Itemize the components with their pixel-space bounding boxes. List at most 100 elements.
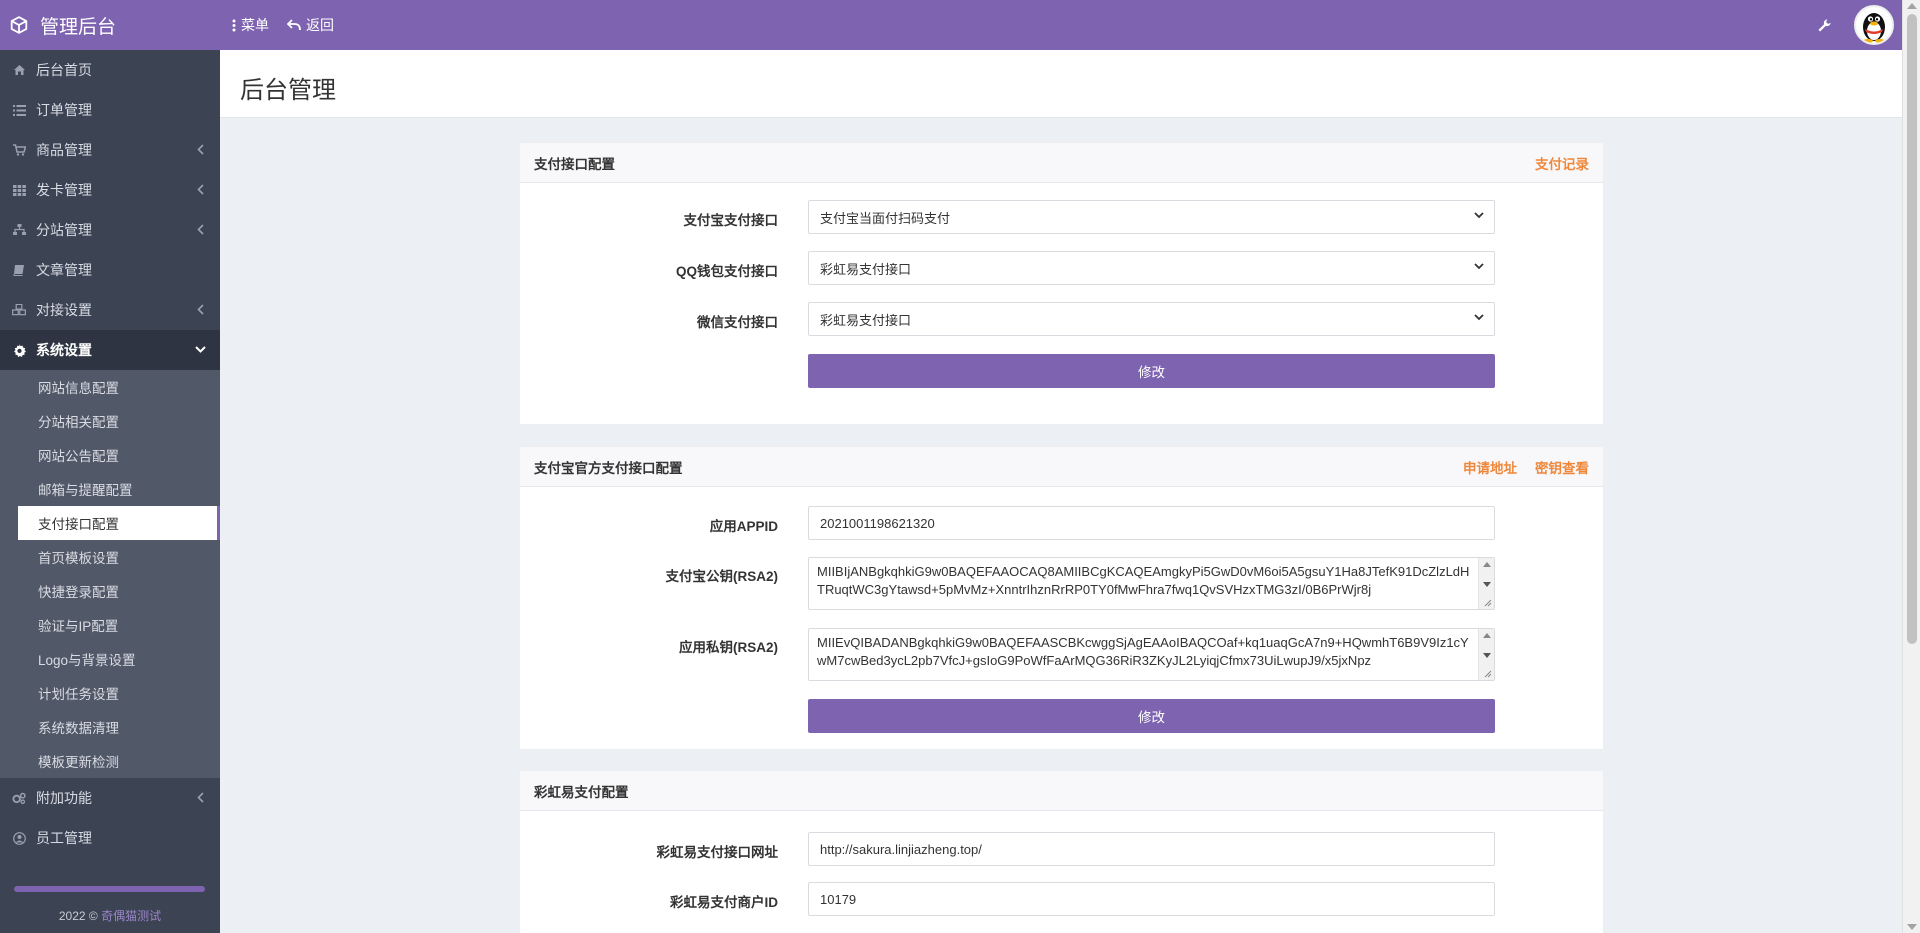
- sidebar-item-addons[interactable]: 附加功能: [0, 778, 220, 818]
- sidebar-item-products[interactable]: 商品管理: [0, 130, 220, 170]
- sub-item-site-notice[interactable]: 网站公告配置: [0, 438, 220, 472]
- panel-title: 支付接口配置: [534, 156, 615, 172]
- app-private-key-label: 应用私钥(RSA2): [678, 640, 778, 655]
- alipay-official-panel: 支付宝官方支付接口配置 申请地址 密钥查看 应用APPID 2021001198…: [519, 446, 1604, 750]
- back-button[interactable]: 返回: [287, 15, 334, 35]
- wechat-interface-label: 微信支付接口: [697, 315, 778, 330]
- panel-title: 彩虹易支付配置: [534, 784, 629, 800]
- reply-icon: [287, 19, 301, 31]
- sidebar-item-articles[interactable]: 文章管理: [0, 250, 220, 290]
- list-icon: [12, 104, 26, 116]
- sitemap-icon: [12, 224, 26, 235]
- sub-item-data-cleanup[interactable]: 系统数据清理: [0, 710, 220, 744]
- sidebar-item-label: 员工管理: [36, 830, 92, 846]
- alipay-public-key-label: 支付宝公钥(RSA2): [665, 569, 778, 584]
- save-alipay-config-button[interactable]: 修改: [808, 699, 1495, 733]
- select-value: 彩虹易支付接口: [820, 261, 912, 277]
- wechat-interface-select[interactable]: 彩虹易支付接口: [808, 302, 1495, 336]
- alipay-interface-label: 支付宝支付接口: [683, 213, 779, 228]
- system-settings-submenu: 网站信息配置 分站相关配置 网站公告配置 邮箱与提醒配置 支付接口配置 首页模板…: [0, 370, 220, 778]
- home-icon: [13, 65, 25, 75]
- select-value: 支付宝当面付扫码支付: [820, 210, 951, 226]
- back-label: 返回: [306, 17, 334, 33]
- rainbow-pay-merchant-id-label: 彩虹易支付商户ID: [670, 895, 778, 910]
- ellipsis-vertical-icon: [232, 19, 236, 31]
- top-bar: 管理后台 菜单 返回: [0, 0, 1902, 50]
- scroll-thumb[interactable]: [1907, 14, 1917, 644]
- qq-wallet-interface-select[interactable]: 彩虹易支付接口: [808, 251, 1495, 285]
- chevron-down-icon: [195, 346, 206, 353]
- select-value: 彩虹易支付接口: [820, 312, 912, 328]
- panel-header: 支付宝官方支付接口配置 申请地址 密钥查看: [520, 447, 1603, 487]
- sidebar-item-label: 发卡管理: [36, 182, 92, 198]
- sidebar-item-label: 订单管理: [36, 102, 92, 118]
- sub-item-template-update[interactable]: 模板更新检测: [0, 744, 220, 778]
- alipay-interface-select[interactable]: 支付宝当面付扫码支付: [808, 200, 1495, 234]
- sidebar-item-system-settings[interactable]: 系统设置: [0, 330, 220, 370]
- page-header: 后台管理: [220, 50, 1902, 118]
- rainbow-pay-url-input[interactable]: http://sakura.linjiazheng.top/: [808, 832, 1495, 866]
- brand-title: 管理后台: [40, 16, 117, 38]
- sub-item-verify-ip[interactable]: 验证与IP配置: [0, 608, 220, 642]
- chevron-left-icon: [197, 144, 204, 155]
- chevron-down-icon: [1474, 212, 1484, 219]
- sub-item-site-info[interactable]: 网站信息配置: [0, 370, 220, 404]
- cubes-icon: [12, 304, 26, 316]
- payment-interface-panel: 支付接口配置 支付记录 支付宝支付接口 支付宝当面付扫码支付 QQ钱包支付接口 …: [519, 142, 1604, 425]
- sub-item-quick-login[interactable]: 快捷登录配置: [0, 574, 220, 608]
- menu-toggle-button[interactable]: 菜单: [232, 15, 269, 35]
- chevron-down-icon: [1474, 263, 1484, 270]
- chevron-left-icon: [197, 792, 204, 803]
- qq-wallet-interface-label: QQ钱包支付接口: [675, 264, 778, 279]
- wrench-icon[interactable]: [1817, 18, 1832, 33]
- apply-address-link[interactable]: 申请地址: [1463, 457, 1517, 477]
- rainbow-pay-merchant-id-input[interactable]: 10179: [808, 882, 1495, 916]
- resize-grip-icon[interactable]: [1482, 597, 1492, 607]
- footer-link[interactable]: 奇偶猫测试: [101, 909, 161, 923]
- chevron-left-icon: [197, 304, 204, 315]
- sub-item-cron-tasks[interactable]: 计划任务设置: [0, 676, 220, 710]
- sidebar-item-substations[interactable]: 分站管理: [0, 210, 220, 250]
- sidebar-footer: 2022 © 奇偶猫测试: [0, 907, 220, 924]
- gear-icon: [13, 343, 26, 357]
- user-icon: [12, 831, 26, 845]
- sidebar-item-home[interactable]: 后台首页: [0, 50, 220, 90]
- alipay-public-key-textarea[interactable]: MIIBIjANBgkqhkiG9w0BAQEFAAOCAQ8AMIIBCgKC…: [808, 557, 1495, 610]
- resize-grip-icon[interactable]: [1482, 668, 1492, 678]
- payment-records-link[interactable]: 支付记录: [1535, 153, 1589, 173]
- scroll-down-arrow[interactable]: [1907, 924, 1917, 930]
- sidebar-item-label: 系统设置: [36, 342, 92, 358]
- menu-label: 菜单: [241, 17, 269, 33]
- book-icon: [13, 265, 24, 276]
- sidebar-item-cards[interactable]: 发卡管理: [0, 170, 220, 210]
- user-avatar[interactable]: [1854, 5, 1894, 45]
- sidebar-progress-bar: [14, 886, 205, 892]
- appid-input[interactable]: 2021001198621320: [808, 506, 1495, 540]
- sub-item-substation-config[interactable]: 分站相关配置: [0, 404, 220, 438]
- sidebar-item-label: 附加功能: [36, 790, 92, 806]
- gears-icon: [12, 792, 26, 804]
- sidebar-item-orders[interactable]: 订单管理: [0, 90, 220, 130]
- sub-item-payment-config[interactable]: 支付接口配置: [18, 506, 220, 540]
- textarea-value: MIIBIjANBgkqhkiG9w0BAQEFAAOCAQ8AMIIBCgKC…: [817, 564, 1470, 597]
- sub-item-home-template[interactable]: 首页模板设置: [0, 540, 220, 574]
- footer-year: 2022 ©: [58, 909, 98, 923]
- view-key-link[interactable]: 密钥查看: [1535, 457, 1589, 477]
- sidebar-item-label: 分站管理: [36, 222, 92, 238]
- sub-item-logo-background[interactable]: Logo与背景设置: [0, 642, 220, 676]
- chevron-left-icon: [197, 224, 204, 235]
- sidebar-item-label: 后台首页: [36, 62, 92, 78]
- sidebar-item-docking[interactable]: 对接设置: [0, 290, 220, 330]
- textarea-value: MIIEvQIBADANBgkqhkiG9w0BAQEFAASCBKcwggSj…: [817, 635, 1469, 668]
- rainbow-pay-url-label: 彩虹易支付接口网址: [656, 845, 779, 860]
- panel-header: 彩虹易支付配置: [520, 771, 1603, 811]
- app-private-key-textarea[interactable]: MIIEvQIBADANBgkqhkiG9w0BAQEFAASCBKcwggSj…: [808, 628, 1495, 681]
- save-payment-interface-button[interactable]: 修改: [808, 354, 1495, 388]
- page-scrollbar[interactable]: [1902, 0, 1920, 933]
- appid-label: 应用APPID: [709, 519, 778, 534]
- scroll-up-arrow[interactable]: [1907, 3, 1917, 9]
- sidebar: 后台首页 订单管理 商品管理 发卡管理 分站管理 文章管理 对接设置 系统设置 …: [0, 50, 220, 933]
- brand[interactable]: 管理后台: [0, 0, 220, 50]
- sub-item-email-reminder[interactable]: 邮箱与提醒配置: [0, 472, 220, 506]
- sidebar-item-staff[interactable]: 员工管理: [0, 818, 220, 858]
